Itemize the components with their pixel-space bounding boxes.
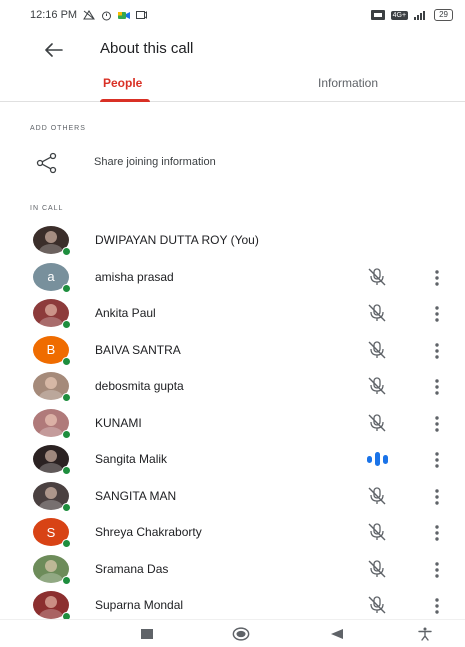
mic-off-icon[interactable] xyxy=(366,486,388,506)
status-bar: 12:16 PM 4G+ 29 xyxy=(0,0,465,30)
volte-icon xyxy=(370,10,385,20)
participant-name: BAIVA SANTRA xyxy=(95,342,181,357)
online-status-dot xyxy=(62,575,71,585)
meet-app-icon xyxy=(118,11,131,20)
participant-row[interactable]: a amisha prasad xyxy=(0,259,465,295)
participant-name: DWIPAYAN DUTTA ROY (You) xyxy=(95,233,259,247)
more-options-icon[interactable] xyxy=(430,559,444,581)
alarm-icon xyxy=(101,10,112,21)
signal-icon xyxy=(414,10,428,20)
tab-information[interactable]: Information xyxy=(318,76,378,90)
more-options-icon[interactable] xyxy=(430,522,444,544)
participant-row[interactable]: KUNAMI xyxy=(0,405,465,441)
battery-indicator: 29 xyxy=(434,9,453,21)
more-options-icon[interactable] xyxy=(430,449,444,471)
online-status-dot xyxy=(62,429,71,439)
participant-name: debosmita gupta xyxy=(95,379,184,393)
online-status-dot xyxy=(62,539,71,548)
participant-name: Sramana Das xyxy=(95,561,169,576)
network-type: 4G+ xyxy=(390,10,409,20)
online-status-dot xyxy=(62,502,71,512)
online-status-dot xyxy=(62,283,71,293)
mic-off-icon[interactable] xyxy=(366,559,388,579)
avatar xyxy=(33,299,71,329)
add-others-label: ADD OTHERS xyxy=(30,125,86,132)
speaking-indicator-icon xyxy=(366,449,388,469)
avatar: S xyxy=(33,518,71,548)
home-icon[interactable] xyxy=(232,626,250,642)
more-options-icon[interactable] xyxy=(430,486,444,508)
more-options-icon[interactable] xyxy=(430,413,444,435)
status-time: 12:16 PM xyxy=(30,9,78,21)
avatar xyxy=(33,226,71,256)
share-joining-info-label: Share joining information xyxy=(94,156,216,168)
system-nav-bar xyxy=(0,619,465,647)
mic-off-icon[interactable] xyxy=(366,595,388,615)
top-app-bar: About this call xyxy=(0,30,465,68)
tab-people[interactable]: People xyxy=(103,76,142,90)
mic-off-icon[interactable] xyxy=(366,376,388,396)
participant-row[interactable]: Ankita Paul xyxy=(0,295,465,331)
participant-name: SANGITA MAN xyxy=(95,488,177,503)
participant-row[interactable]: Sramana Das xyxy=(0,551,465,587)
more-options-icon[interactable] xyxy=(430,376,444,398)
share-icon xyxy=(36,152,58,179)
participant-name: Suparna Mondal xyxy=(95,598,184,612)
participant-name: amisha prasad xyxy=(95,269,174,284)
online-status-dot xyxy=(62,356,71,366)
avatar xyxy=(33,445,71,475)
more-options-icon[interactable] xyxy=(430,303,444,325)
online-status-dot xyxy=(62,393,71,402)
participant-row[interactable]: B BAIVA SANTRA xyxy=(0,332,465,368)
participant-row[interactable]: S Shreya Chakraborty xyxy=(0,514,465,550)
avatar: B xyxy=(33,335,71,366)
online-status-dot xyxy=(62,320,71,329)
mic-off-icon[interactable] xyxy=(366,413,388,433)
back-icon[interactable] xyxy=(328,626,346,642)
accessibility-icon[interactable] xyxy=(416,626,434,642)
mic-off-icon[interactable] xyxy=(366,303,388,323)
participant-row[interactable]: debosmita gupta xyxy=(0,368,465,404)
more-options-icon[interactable] xyxy=(430,595,444,617)
tab-bar: People Information xyxy=(0,68,465,102)
cast-icon xyxy=(136,10,148,20)
avatar xyxy=(33,408,71,439)
online-status-dot xyxy=(62,247,71,256)
mic-off-icon[interactable] xyxy=(366,267,388,287)
more-options-icon[interactable] xyxy=(430,267,444,289)
participant-name: Ankita Paul xyxy=(95,306,156,320)
avatar: a xyxy=(33,262,71,293)
participant-row[interactable]: Sangita Malik xyxy=(0,441,465,477)
in-call-label: IN CALL xyxy=(30,205,64,212)
participant-name: Sangita Malik xyxy=(95,452,168,466)
avatar xyxy=(33,372,71,402)
online-status-dot xyxy=(62,466,71,475)
active-tab-indicator xyxy=(100,99,150,102)
avatar xyxy=(33,554,71,585)
avatar xyxy=(33,591,71,621)
participant-name: Shreya Chakraborty xyxy=(95,525,202,539)
mic-off-icon[interactable] xyxy=(366,340,388,360)
participant-row[interactable]: Suparna Mondal xyxy=(0,587,465,623)
participant-row[interactable]: SANGITA MAN xyxy=(0,478,465,514)
avatar xyxy=(33,481,71,512)
mic-off-icon[interactable] xyxy=(366,522,388,542)
participant-row[interactable]: DWIPAYAN DUTTA ROY (You) xyxy=(0,222,465,258)
notification-off-icon xyxy=(83,10,95,20)
share-joining-info-button[interactable]: Share joining information xyxy=(0,148,465,178)
page-title: About this call xyxy=(100,40,194,57)
arrow-left-icon[interactable] xyxy=(40,36,68,64)
participant-name: KUNAMI xyxy=(95,415,142,430)
recents-icon[interactable] xyxy=(138,626,156,642)
more-options-icon[interactable] xyxy=(430,340,444,362)
